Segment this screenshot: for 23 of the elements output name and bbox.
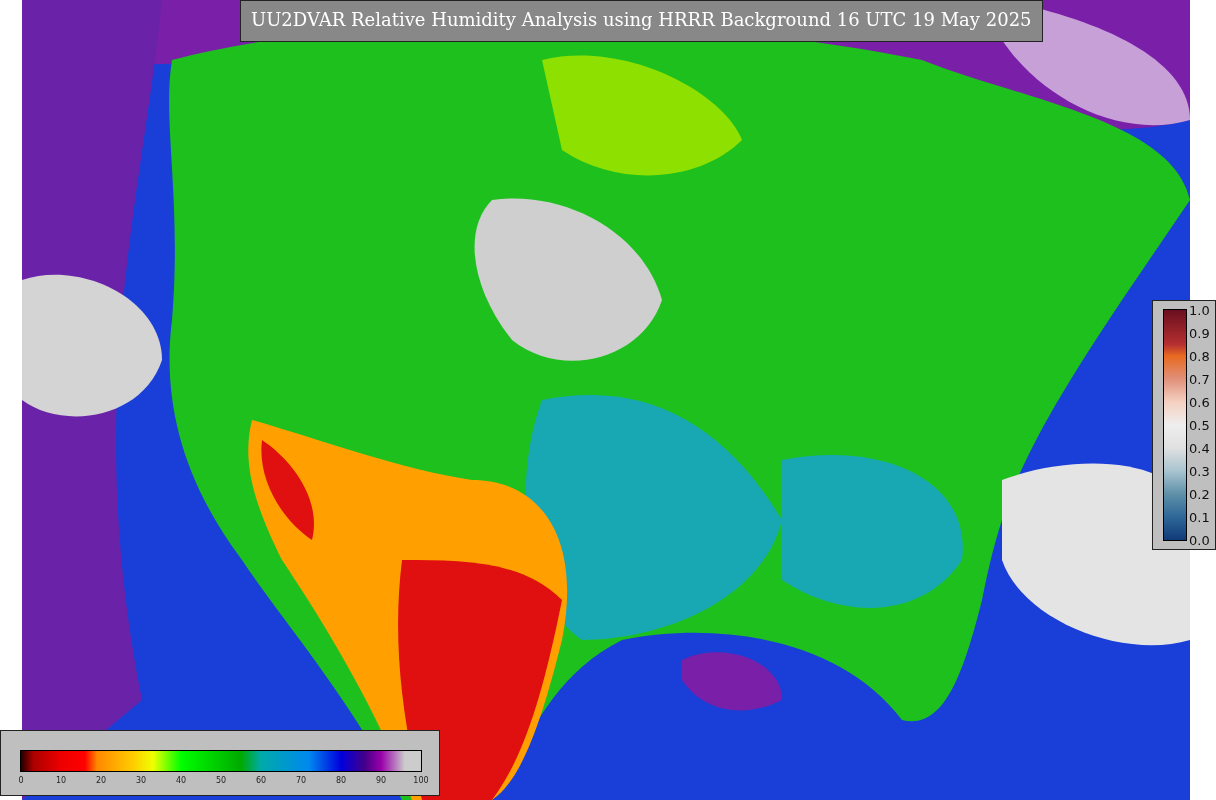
colorbar-label: 50 xyxy=(215,776,227,785)
colorbar-label: 100 xyxy=(413,776,429,785)
colorbar-label: 0.6 xyxy=(1189,394,1210,410)
colorbar-label: 80 xyxy=(335,776,347,785)
colorbar-label: 30 xyxy=(135,776,147,785)
colorbar-label: 0.3 xyxy=(1189,463,1210,479)
colorbar-label: 0.0 xyxy=(1189,532,1210,548)
colorbar-label: 90 xyxy=(375,776,387,785)
colorbar-label: 0.9 xyxy=(1189,325,1210,341)
colorbar-label: 0.4 xyxy=(1189,440,1210,456)
colorbar-label: 0.8 xyxy=(1189,348,1210,364)
colorbar-label: 0.5 xyxy=(1189,417,1210,433)
colorbar-label: 0.7 xyxy=(1189,371,1210,387)
colorbar-label: 1.0 xyxy=(1189,302,1210,318)
colorbar-label: 70 xyxy=(295,776,307,785)
colorbar-label: 40 xyxy=(175,776,187,785)
colorbar-label: 10 xyxy=(55,776,67,785)
colorbar-label: 60 xyxy=(255,776,267,785)
colorbar-label: 0.1 xyxy=(1189,509,1210,525)
colorbar-label: 20 xyxy=(95,776,107,785)
map-title: UU2DVAR Relative Humidity Analysis using HRRR Background 16 UTC 19 May 2025 xyxy=(240,0,1043,42)
colorbar-label: 0.2 xyxy=(1189,486,1210,502)
colorbar-label: 0 xyxy=(18,776,24,785)
